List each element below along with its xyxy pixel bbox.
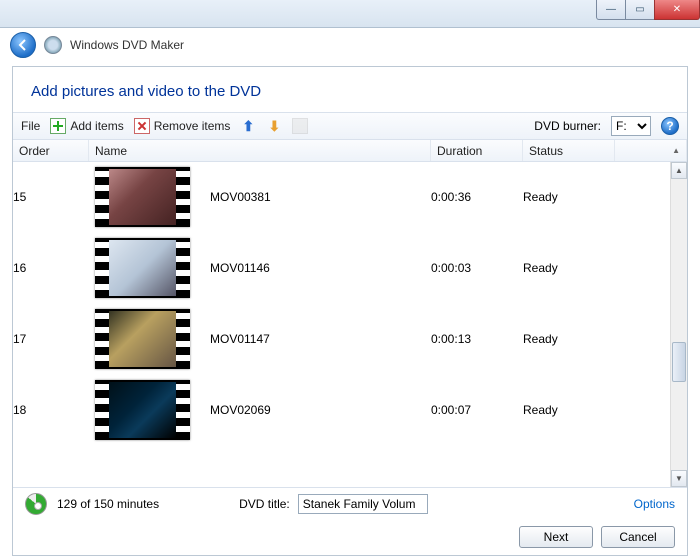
cell-order: 17 bbox=[13, 332, 89, 346]
help-button[interactable]: ? bbox=[661, 117, 679, 135]
arrow-left-icon bbox=[17, 39, 29, 51]
move-up-button[interactable]: ⬆ bbox=[240, 118, 256, 134]
cell-duration: 0:00:03 bbox=[431, 261, 523, 275]
table-row[interactable]: 18 MOV02069 0:00:07Ready bbox=[13, 375, 687, 446]
list-body: 15MOV003810:00:36Ready16MOV011460:00:03R… bbox=[13, 162, 687, 487]
remove-items-button[interactable]: Remove items bbox=[134, 118, 231, 134]
app-title: Windows DVD Maker bbox=[70, 38, 184, 52]
usage-text: 129 of 150 minutes bbox=[57, 497, 159, 511]
col-name[interactable]: Name bbox=[89, 140, 431, 161]
col-duration[interactable]: Duration bbox=[431, 140, 523, 161]
video-thumbnail bbox=[95, 167, 190, 227]
close-button[interactable]: ✕ bbox=[654, 0, 700, 20]
burner-label: DVD burner: bbox=[534, 119, 601, 133]
dvd-title-input[interactable] bbox=[298, 494, 428, 514]
table-row[interactable]: 16 MOV01146 0:00:03Ready bbox=[13, 233, 687, 304]
cell-status: Ready bbox=[523, 261, 615, 275]
item-name: MOV00381 bbox=[210, 190, 271, 204]
table-row[interactable]: 15 MOV00381 0:00:36Ready bbox=[13, 162, 687, 233]
minimize-button[interactable]: — bbox=[596, 0, 626, 20]
cell-status: Ready bbox=[523, 190, 615, 204]
list-header: Order Name Duration Status ▲ bbox=[13, 140, 687, 162]
scrollbar[interactable]: ▲ ▼ bbox=[670, 162, 687, 487]
dvd-title-label: DVD title: bbox=[239, 497, 290, 511]
add-items-button[interactable]: Add items bbox=[50, 118, 123, 134]
app-icon bbox=[44, 36, 62, 54]
video-thumbnail bbox=[95, 238, 190, 298]
nav-header: Windows DVD Maker bbox=[0, 28, 700, 58]
item-name: MOV02069 bbox=[210, 403, 271, 417]
cancel-button[interactable]: Cancel bbox=[601, 526, 675, 548]
next-button[interactable]: Next bbox=[519, 526, 593, 548]
cell-order: 18 bbox=[13, 403, 89, 417]
arrow-up-icon: ⬆ bbox=[240, 118, 256, 134]
cell-name: MOV01146 bbox=[89, 238, 431, 298]
properties-icon bbox=[292, 118, 308, 134]
burner-select[interactable]: F: bbox=[611, 116, 651, 136]
properties-button[interactable] bbox=[292, 118, 308, 134]
item-name: MOV01146 bbox=[210, 261, 270, 275]
cell-order: 15 bbox=[13, 190, 89, 204]
cell-duration: 0:00:36 bbox=[431, 190, 523, 204]
cell-duration: 0:00:07 bbox=[431, 403, 523, 417]
add-icon bbox=[50, 118, 66, 134]
file-menu[interactable]: File bbox=[21, 119, 40, 133]
back-button[interactable] bbox=[10, 32, 36, 58]
scroll-up-button[interactable]: ▲ bbox=[671, 162, 687, 179]
move-down-button[interactable]: ⬇ bbox=[266, 118, 282, 134]
cell-name: MOV00381 bbox=[89, 167, 431, 227]
col-status[interactable]: Status bbox=[523, 140, 615, 161]
maximize-button[interactable]: ▭ bbox=[625, 0, 655, 20]
disc-usage-icon bbox=[25, 493, 47, 515]
scroll-down-button[interactable]: ▼ bbox=[671, 470, 687, 487]
col-scrollhead: ▲ bbox=[615, 140, 687, 161]
video-thumbnail bbox=[95, 309, 190, 369]
footer-info: 129 of 150 minutes DVD title: Options bbox=[13, 487, 687, 519]
options-link[interactable]: Options bbox=[634, 497, 675, 511]
cell-name: MOV01147 bbox=[89, 309, 431, 369]
arrow-down-icon: ⬇ bbox=[266, 118, 282, 134]
item-name: MOV01147 bbox=[210, 332, 270, 346]
cell-duration: 0:00:13 bbox=[431, 332, 523, 346]
window-titlebar: — ▭ ✕ bbox=[0, 0, 700, 28]
col-order[interactable]: Order bbox=[13, 140, 89, 161]
remove-icon bbox=[134, 118, 150, 134]
cell-order: 16 bbox=[13, 261, 89, 275]
video-thumbnail bbox=[95, 380, 190, 440]
cell-status: Ready bbox=[523, 403, 615, 417]
main-panel: Add pictures and video to the DVD File A… bbox=[12, 66, 688, 556]
cell-status: Ready bbox=[523, 332, 615, 346]
footer-buttons: Next Cancel bbox=[13, 519, 687, 555]
page-heading: Add pictures and video to the DVD bbox=[13, 67, 687, 112]
scroll-thumb[interactable] bbox=[672, 342, 686, 382]
table-row[interactable]: 17 MOV01147 0:00:13Ready bbox=[13, 304, 687, 375]
cell-name: MOV02069 bbox=[89, 380, 431, 440]
toolbar: File Add items Remove items ⬆ ⬇ DVD burn… bbox=[13, 112, 687, 140]
